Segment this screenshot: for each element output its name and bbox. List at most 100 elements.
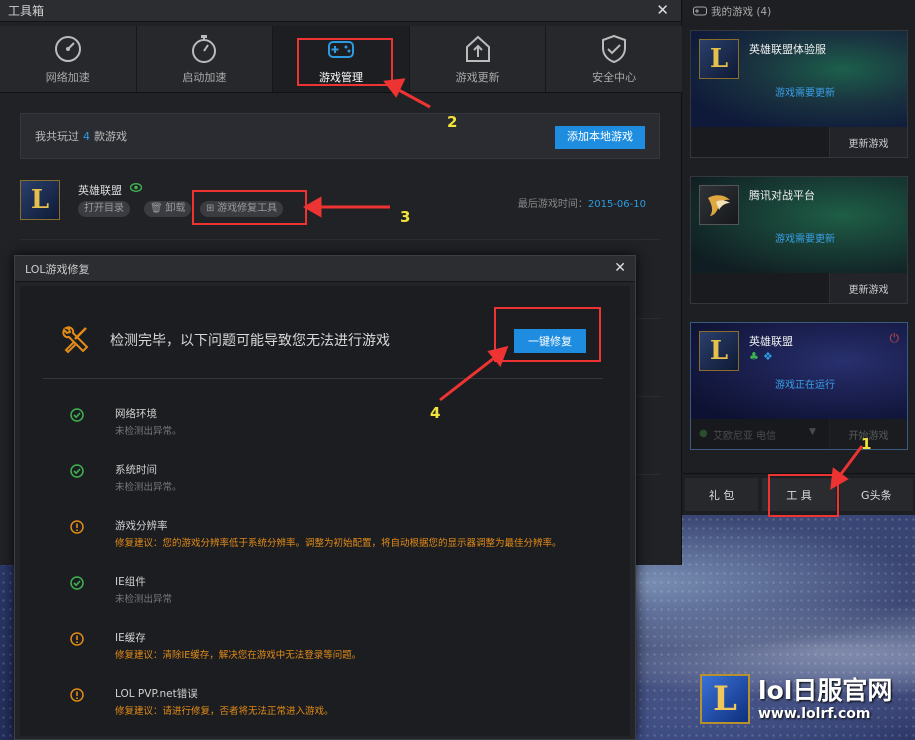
tab-tools[interactable]: 工 具 — [762, 478, 836, 511]
right-bottom-tabs: 礼 包 工 具 G头条 — [683, 473, 915, 515]
stopwatch-icon — [192, 34, 217, 63]
eye-icon[interactable] — [130, 183, 142, 192]
repair-close-button[interactable]: ✕ — [614, 260, 626, 276]
diamond-icon: ❖ — [763, 350, 773, 363]
watermark-url: www.lolrf.com — [758, 706, 871, 722]
games-summary-text: 我共玩过 4 款游戏 — [35, 128, 127, 144]
open-directory-button[interactable]: 打开目录 — [78, 201, 130, 217]
shield-check-icon — [602, 34, 627, 63]
check-title: IE缓存 — [115, 632, 146, 644]
watermark-text: lol日服官网 www.lolrf.com — [758, 676, 892, 722]
tab-label: 网络加速 — [45, 70, 90, 84]
tab-network-boost[interactable]: 网络加速 — [0, 26, 137, 92]
update-game-button[interactable]: 更新游戏 — [829, 127, 907, 157]
chevron-down-icon[interactable]: ▼ — [809, 427, 816, 437]
game-name: 英雄联盟 — [78, 184, 122, 197]
summary-suffix: 款游戏 — [94, 130, 127, 143]
last-played: 最后游戏时间：2015-06-10 — [518, 195, 646, 210]
my-games-panel: 我的游戏 (4) L 英雄联盟体验服 游戏需要更新 更新游戏 腾讯对战平台 游戏… — [683, 0, 915, 515]
logo-letter: L — [713, 679, 737, 719]
tab-startup-boost[interactable]: 启动加速 — [137, 26, 274, 92]
toolbox-tabbar: 网络加速 启动加速 游戏管理 游戏更新 安全中心 — [0, 26, 682, 93]
tab-label: 安全中心 — [592, 70, 637, 84]
tab-label: 游戏管理 — [318, 70, 363, 84]
wrench-screwdriver-icon — [62, 326, 89, 354]
card-footer: ● 艾欧尼亚 电信 ▼ 开始游戏 — [691, 419, 907, 449]
toolbox-titlebar: 工具箱 — [0, 0, 681, 22]
card-footer: 更新游戏 — [691, 273, 907, 303]
one-click-repair-button[interactable]: 一键修复 — [514, 329, 586, 353]
site-watermark: L lol日服官网 www.lolrf.com — [700, 674, 892, 724]
card-status: 游戏需要更新 — [775, 88, 835, 99]
card-game-name: 英雄联盟 — [749, 335, 793, 348]
tab-label: 游戏更新 — [455, 70, 500, 84]
game-card-lol[interactable]: L 英雄联盟 ♣ ❖ ⏻ 游戏正在运行 ● 艾欧尼亚 电信 ▼ 开始游戏 — [690, 322, 908, 450]
add-local-game-button[interactable]: 添加本地游戏 — [555, 126, 645, 149]
repair-dialog-title: LOL游戏修复 — [25, 262, 90, 276]
logo-letter: L — [709, 44, 729, 74]
check-desc: 未检测出异常 — [115, 594, 173, 605]
check-title: LOL PVP.net错误 — [115, 688, 198, 700]
repair-headline: 检测完毕，以下问题可能导致您无法进行游戏 — [110, 333, 390, 349]
last-played-label: 最后游戏时间： — [517, 199, 588, 210]
update-game-button[interactable]: 更新游戏 — [829, 273, 907, 303]
game-card-tencent-platform[interactable]: 腾讯对战平台 游戏需要更新 更新游戏 — [690, 176, 908, 304]
uninstall-label: 卸载 — [165, 203, 186, 214]
friend-icon: ♣ — [749, 350, 759, 363]
check-ok-icon — [70, 464, 84, 478]
check-ok-icon — [70, 408, 84, 422]
games-summary-bar: 我共玩过 4 款游戏 添加本地游戏 — [20, 113, 660, 159]
upload-house-icon — [465, 35, 490, 62]
bird-emblem-icon — [708, 195, 730, 216]
my-games-header: 我的游戏 (4) — [683, 0, 915, 22]
check-title: 系统时间 — [115, 464, 157, 476]
toolbox-icon: ⊞ — [206, 203, 215, 214]
server-status-dot: ● — [699, 428, 708, 439]
repair-tool-label: 游戏修复工具 — [217, 203, 278, 214]
watermark-title: lol日服官网 — [758, 676, 893, 705]
check-desc: 未检测出异常。 — [115, 482, 182, 493]
check-title: IE组件 — [115, 576, 146, 588]
uninstall-button[interactable]: 🗑 卸载 — [144, 201, 192, 217]
warning-icon — [70, 632, 84, 646]
card-game-name: 腾讯对战平台 — [749, 189, 815, 202]
trash-icon: 🗑 — [150, 203, 163, 214]
check-desc: 修复建议：清除IE缓存，解决您在游戏中无法登录等问题。 — [115, 650, 362, 661]
check-ok-icon — [70, 576, 84, 590]
gamepad-icon — [693, 6, 707, 16]
lol-logo-icon: L — [699, 39, 739, 79]
tab-game-management[interactable]: 游戏管理 — [273, 26, 410, 92]
tab-label: 启动加速 — [182, 70, 227, 84]
logo-letter: L — [709, 336, 729, 366]
server-select[interactable]: 艾欧尼亚 电信 — [713, 427, 776, 442]
card-game-name: 英雄联盟体验服 — [749, 43, 826, 56]
check-desc: 修复建议：您的游戏分辨率低于系统分辨率。调整为初始配置，将自动根据您的显示器调整… — [115, 538, 562, 549]
repair-divider — [43, 378, 603, 379]
lol-repair-dialog: LOL游戏修复 ✕ 检测完毕，以下问题可能导致您无法进行游戏 一键修复 网络环境… — [14, 255, 636, 740]
power-icon[interactable]: ⏻ — [890, 331, 900, 346]
check-title: 游戏分辨率 — [115, 520, 168, 532]
toolbox-close-button[interactable]: ✕ — [656, 0, 669, 20]
speedometer-icon — [54, 35, 81, 62]
my-games-title: 我的游戏 (4) — [711, 5, 772, 18]
check-desc: 修复建议：请进行修复，否者将无法正常进入游戏。 — [115, 706, 334, 717]
card-status: 游戏需要更新 — [775, 234, 835, 245]
game-card-lol-pbe[interactable]: L 英雄联盟体验服 游戏需要更新 更新游戏 — [690, 30, 908, 158]
toolbox-title: 工具箱 — [8, 4, 45, 18]
game-repair-tool-button[interactable]: ⊞ 游戏修复工具 — [200, 201, 284, 217]
lol-logo-icon: L — [699, 331, 739, 371]
tencent-battle-platform-logo-icon — [699, 185, 739, 225]
tab-gift-pack[interactable]: 礼 包 — [685, 478, 759, 511]
games-count: 4 — [83, 130, 90, 143]
last-played-date: 2015-06-10 — [587, 199, 646, 210]
check-desc: 未检测出异常。 — [115, 426, 182, 437]
repair-content: 检测完毕，以下问题可能导致您无法进行游戏 一键修复 网络环境 未检测出异常。 系… — [20, 286, 630, 736]
lol-watermark-logo-icon: L — [700, 674, 750, 724]
warning-icon — [70, 688, 84, 702]
tab-security-center[interactable]: 安全中心 — [546, 26, 682, 92]
check-title: 网络环境 — [115, 408, 157, 420]
start-game-button[interactable]: 开始游戏 — [829, 419, 907, 449]
gamepad-icon — [327, 40, 354, 58]
tab-game-update[interactable]: 游戏更新 — [410, 26, 547, 92]
tab-g-headlines[interactable]: G头条 — [839, 478, 913, 511]
